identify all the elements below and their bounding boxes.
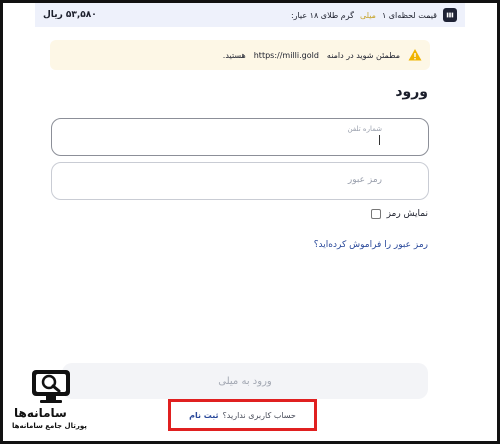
signup-highlight: حساب کاربری ندارید؟ ثبت نام — [168, 399, 317, 431]
login-button[interactable]: ورود به میلی — [62, 363, 428, 399]
watermark-tagline: پورتال جامع سامانه‌ها — [12, 422, 87, 430]
price-text-suffix: گرم طلای ۱۸ عیار: — [290, 10, 354, 20]
phone-label: شماره تلفن — [347, 125, 382, 133]
gold-price-value: ۵۳,۵۸۰ ریال — [43, 10, 97, 20]
text-caret — [379, 135, 380, 145]
page-title: ورود — [395, 84, 428, 100]
price-text-prefix: قیمت لحظه‌ای ۱ — [381, 10, 437, 20]
warning-domain: https://milli.gold — [253, 50, 319, 60]
forgot-password-link[interactable]: رمز عبور را فراموش کرده‌اید؟ — [314, 240, 428, 250]
show-password-row[interactable]: نمایش رمز — [370, 209, 428, 219]
show-password-label: نمایش رمز — [386, 209, 428, 219]
milli-logo-icon — [443, 8, 457, 22]
price-text-highlight: میلی — [359, 10, 376, 20]
no-account-text: حساب کاربری ندارید؟ — [222, 410, 296, 420]
price-label-group: قیمت لحظه‌ای ۱ میلی گرم طلای ۱۸ عیار: — [291, 8, 457, 22]
samanehha-logo-icon — [28, 368, 74, 408]
password-placeholder: رمز عبور — [347, 175, 382, 185]
warning-text-suffix: هستید. — [222, 50, 246, 60]
show-password-checkbox[interactable] — [370, 209, 381, 219]
samanehha-watermark: سامانه‌ها پورتال جامع سامانه‌ها — [10, 368, 90, 438]
domain-warning: مطمئن شوید در دامنه https://milli.gold ه… — [50, 40, 430, 70]
phone-input[interactable]: شماره تلفن — [51, 118, 429, 156]
signup-link[interactable]: ثبت نام — [189, 411, 218, 420]
watermark-name: سامانه‌ها — [14, 406, 67, 420]
warning-icon — [408, 48, 422, 62]
warning-text-prefix: مطمئن شوید در دامنه — [326, 50, 400, 60]
password-input[interactable]: رمز عبور — [51, 162, 429, 200]
price-bar: قیمت لحظه‌ای ۱ میلی گرم طلای ۱۸ عیار: ۵۳… — [35, 3, 465, 27]
